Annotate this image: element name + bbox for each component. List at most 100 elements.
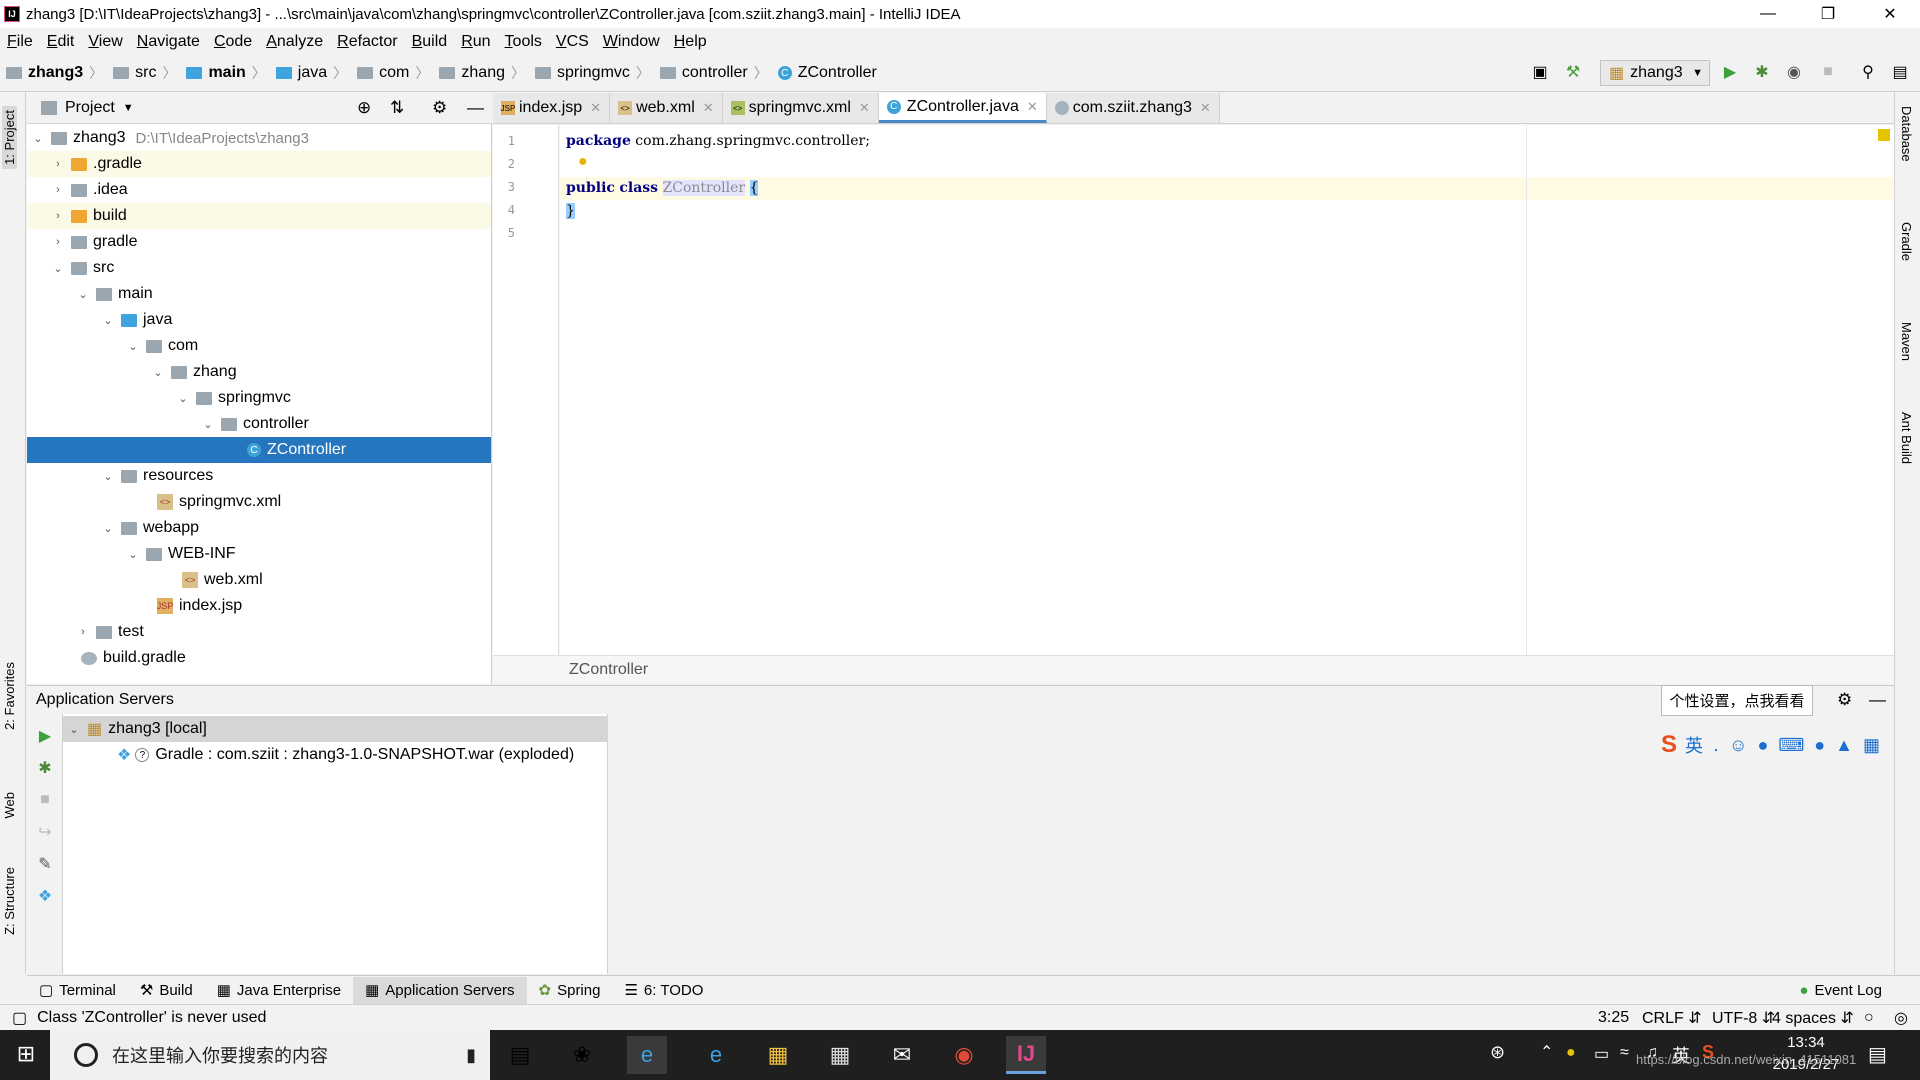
tab-event-log[interactable]: ● Event Log (1787, 977, 1894, 1004)
crumb-main[interactable]: main 〉 (180, 63, 269, 83)
tab-todo[interactable]: ☰ 6: TODO (612, 977, 715, 1004)
crumb-src[interactable]: src 〉 (107, 63, 180, 83)
expand-down-icon[interactable]: ⌄ (126, 340, 140, 353)
project-structure-icon[interactable]: ▤ (1890, 62, 1910, 82)
artifact-icon[interactable]: ❖ (35, 886, 55, 906)
tray-plus-icon[interactable]: ● (1566, 1044, 1576, 1062)
indent-setting[interactable]: 4 spaces ⇵ (1772, 1008, 1854, 1028)
expand-down-icon[interactable]: ⌄ (76, 288, 90, 301)
menu-file[interactable]: File (0, 33, 40, 51)
expand-down-icon[interactable]: ⌄ (51, 262, 65, 275)
menu-analyze[interactable]: Analyze (259, 33, 330, 51)
gear-icon[interactable]: ⚙ (432, 98, 447, 118)
deploy-icon[interactable]: ↪ (35, 822, 55, 842)
locate-icon[interactable]: ⊕ (357, 98, 371, 118)
crumb-controller[interactable]: controller 〉 (654, 63, 772, 83)
tree-item-webapp[interactable]: ⌄ webapp (27, 515, 491, 541)
tree-item-main[interactable]: ⌄ main (27, 281, 491, 307)
tree-item-idea[interactable]: › .idea (27, 177, 491, 203)
tree-item-resources[interactable]: ⌄ resources (27, 463, 491, 489)
collapse-all-icon[interactable]: ⇅ (390, 98, 404, 118)
line-separator[interactable]: CRLF ⇵ (1642, 1008, 1702, 1028)
artifact-row[interactable]: ❖? Gradle : com.sziit : zhang3-1.0-SNAPSH… (63, 742, 608, 768)
wifi-icon[interactable]: ≈ (1620, 1044, 1629, 1062)
status-toggle-icon[interactable]: ▢ (12, 1008, 27, 1028)
sogou-logo-icon[interactable]: S (1661, 731, 1677, 759)
clock-time[interactable]: 13:34 (1756, 1034, 1856, 1051)
tree-item-controller[interactable]: ⌄ controller (27, 411, 491, 437)
tree-item-web-xml[interactable]: <> web.xml (27, 567, 491, 593)
app-store-icon[interactable]: ▦ (820, 1036, 860, 1074)
tree-item-springmvc-xml[interactable]: <> springmvc.xml (27, 489, 491, 515)
expand-down-icon[interactable]: ⌄ (201, 418, 215, 431)
tree-item-com[interactable]: ⌄ com (27, 333, 491, 359)
person-icon[interactable]: ⊛ (1490, 1042, 1505, 1063)
keyboard-icon[interactable]: ⌨ (1778, 735, 1804, 756)
menu-build[interactable]: Build (405, 33, 455, 51)
tab-project[interactable]: 1: Project (2, 106, 17, 169)
menu-window[interactable]: Window (596, 33, 667, 51)
toolbox-icon[interactable]: ▦ (1863, 735, 1880, 756)
task-view-icon[interactable]: ▤ (500, 1036, 540, 1074)
tree-item-springmvc[interactable]: ⌄ springmvc (27, 385, 491, 411)
microphone-icon[interactable]: ● (1757, 735, 1768, 756)
search-everywhere-icon[interactable]: ⚲ (1858, 62, 1878, 82)
crumb-com[interactable]: com 〉 (351, 63, 433, 83)
inspector-icon[interactable]: ◎ (1894, 1008, 1908, 1028)
tree-item-gradle[interactable]: › gradle (27, 229, 491, 255)
expand-down-icon[interactable]: ⌄ (67, 723, 81, 736)
tab-application-servers[interactable]: ▦ Application Servers (353, 976, 527, 1004)
menu-tools[interactable]: Tools (498, 33, 549, 51)
tab-maven[interactable]: Maven (1899, 322, 1914, 361)
lock-icon[interactable]: ○ (1864, 1009, 1874, 1027)
tree-item-build[interactable]: › build (27, 203, 491, 229)
project-structure-icon[interactable]: ▣ (1530, 62, 1550, 82)
menu-run[interactable]: Run (454, 33, 497, 51)
tab-springmvc-xml[interactable]: <> springmvc.xml ✕ (722, 93, 879, 123)
app-chrome-icon[interactable]: ◉ (944, 1036, 984, 1074)
stop-icon[interactable]: ■ (1818, 62, 1838, 82)
chevron-down-icon[interactable]: ▼ (123, 102, 134, 114)
hide-icon[interactable]: — (467, 98, 484, 118)
expand-down-icon[interactable]: ⌄ (101, 470, 115, 483)
restore-button[interactable]: ❐ (1800, 0, 1856, 28)
tree-item-zhang[interactable]: ⌄ zhang (27, 359, 491, 385)
crumb-zhang[interactable]: zhang 〉 (433, 63, 529, 83)
menu-edit[interactable]: Edit (40, 33, 82, 51)
tab-structure[interactable]: Z: Structure (2, 867, 17, 935)
minimize-button[interactable]: — (1740, 0, 1796, 28)
close-tab-icon[interactable]: ✕ (1027, 99, 1038, 115)
run-icon[interactable]: ▶ (35, 726, 55, 746)
analysis-status-icon[interactable] (1878, 129, 1890, 141)
expand-right-icon[interactable]: › (51, 158, 65, 170)
menu-view[interactable]: View (81, 33, 129, 51)
project-view-select[interactable]: Project (65, 99, 115, 117)
windows-start-icon[interactable]: ⊞ (14, 1042, 38, 1066)
close-button[interactable]: ✕ (1862, 0, 1918, 28)
tree-item-gradle-hidden[interactable]: › .gradle (27, 151, 491, 177)
expand-right-icon[interactable]: › (51, 184, 65, 196)
crumb-project[interactable]: zhang3 〉 (0, 63, 107, 83)
tab-database[interactable]: Database (1899, 106, 1914, 162)
file-encoding[interactable]: UTF-8 ⇵ (1712, 1008, 1775, 1028)
tab-web[interactable]: Web (2, 792, 17, 819)
app-mail-icon[interactable]: ✉ (882, 1036, 922, 1074)
tree-item-test[interactable]: › test (27, 619, 491, 645)
app-explorer-icon[interactable]: ▦ (758, 1036, 798, 1074)
expand-down-icon[interactable]: ⌄ (176, 392, 190, 405)
expand-down-icon[interactable]: ⌄ (101, 522, 115, 535)
tab-zcontroller-java[interactable]: C ZController.java ✕ (878, 93, 1047, 123)
expand-down-icon[interactable]: ⌄ (101, 314, 115, 327)
expand-down-icon[interactable]: ⌄ (126, 548, 140, 561)
menu-navigate[interactable]: Navigate (130, 33, 207, 51)
server-row[interactable]: ⌄ ▦ zhang3 [local] (63, 716, 608, 742)
breadcrumb-class[interactable]: ZController (569, 661, 648, 679)
run-configuration-select[interactable]: ▦ zhang3 ▼ (1600, 60, 1710, 86)
punctuation-icon[interactable]: ․ (1713, 735, 1719, 756)
tab-index-jsp[interactable]: JSP index.jsp ✕ (493, 93, 611, 123)
emoji-icon[interactable]: ☺ (1729, 735, 1747, 756)
tree-item-src[interactable]: ⌄ src (27, 255, 491, 281)
tree-item-web-inf[interactable]: ⌄ WEB-INF (27, 541, 491, 567)
close-tab-icon[interactable]: ✕ (703, 100, 714, 116)
microphone-icon[interactable]: ▮ (466, 1045, 476, 1066)
